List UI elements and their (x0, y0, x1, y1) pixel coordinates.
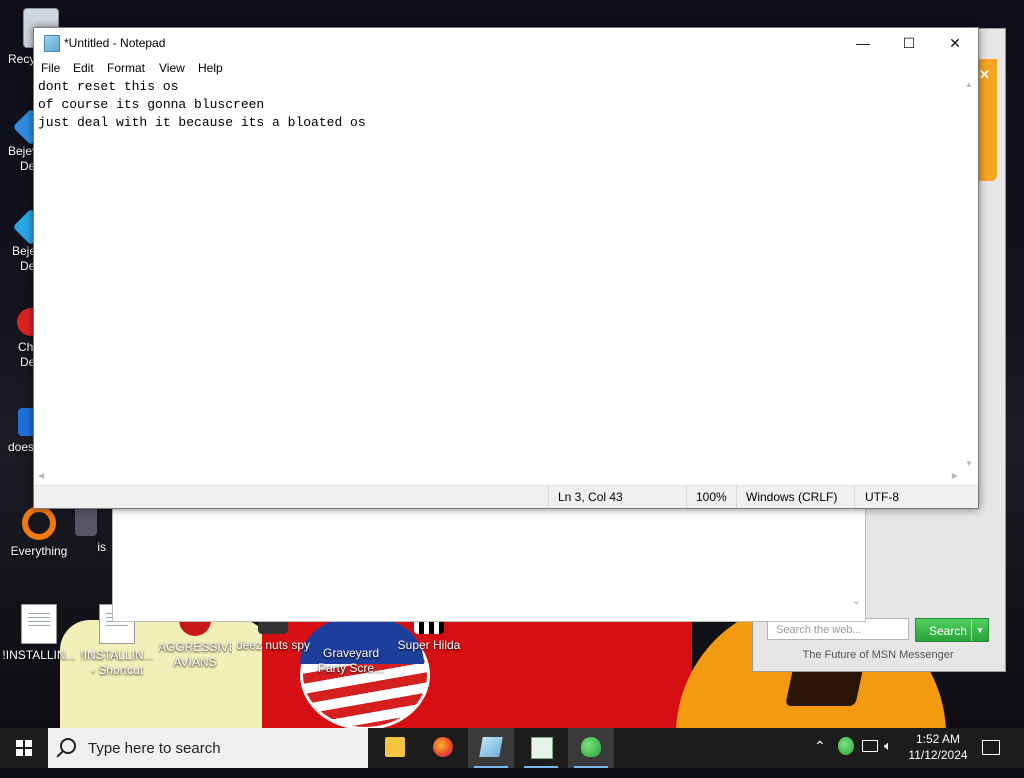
msn-messenger-icon[interactable] (568, 728, 614, 768)
clock-time: 1:52 AM (915, 732, 961, 746)
menu-view[interactable]: View (159, 61, 185, 75)
horizontal-scrollbar[interactable]: ◀ ▶ (34, 470, 962, 485)
close-button[interactable]: ✕ (932, 28, 978, 58)
app-window-icon[interactable] (518, 728, 564, 768)
status-divider (686, 486, 687, 508)
volume-icon[interactable]: 🔈︎ (884, 738, 892, 778)
menu-help[interactable]: Help (198, 61, 223, 75)
chevron-down-icon[interactable]: ⌄ (852, 594, 861, 607)
msn-search-button[interactable]: Search ▼ (915, 618, 989, 642)
clock[interactable]: 1:52 AM 11/12/2024 (900, 731, 976, 763)
scroll-down-icon[interactable]: ▼ (965, 459, 973, 468)
clock-date: 11/12/2024 (908, 748, 968, 762)
minimize-button[interactable]: — (840, 28, 886, 58)
status-divider (854, 486, 855, 508)
taskbar-search-box[interactable]: Type here to search (48, 728, 368, 768)
desktop-icon-is[interactable]: is (66, 506, 106, 555)
scroll-right-icon[interactable]: ▶ (952, 471, 958, 480)
desktop-icon-label: AGGRESSIVE (158, 640, 232, 654)
encoding: UTF-8 (865, 490, 899, 504)
desktop-icon-label: Party Scre... (317, 661, 385, 675)
taskbar: Type here to search ⌃ 🔈︎ 1:52 AM 11/12/2… (0, 728, 1024, 768)
status-bar: Ln 3, Col 43 100% Windows (CRLF) UTF-8 (34, 485, 978, 508)
zoom-level: 100% (696, 490, 727, 504)
search-icon (60, 738, 76, 754)
close-icon[interactable]: ✕ (979, 67, 990, 83)
desktop-icon-label: Everything (10, 544, 68, 558)
scroll-up-icon[interactable]: ▲ (965, 80, 973, 89)
msn-footer-text: The Future of MSN Messenger (802, 649, 954, 661)
desktop-icon-installing[interactable]: !INSTALLIN... (2, 604, 76, 663)
menu-edit[interactable]: Edit (73, 61, 94, 75)
text-editor[interactable]: dont reset this os of course its gonna b… (34, 78, 962, 470)
text-line: just deal with it because its a bloated … (38, 115, 366, 130)
desktop: Recy Bejev De Beje De Ch De does Everyth… (0, 0, 1024, 728)
desktop-icon-label: Super Hilda (397, 638, 461, 652)
msn-search-button-label: Search (929, 624, 968, 638)
text-line: dont reset this os (38, 79, 179, 94)
network-icon[interactable] (862, 740, 878, 752)
window-title: *Untitled - Notepad (64, 36, 166, 50)
desktop-icon-label: is (97, 540, 106, 554)
chevron-up-icon[interactable]: ⌃ (814, 738, 826, 778)
notepad-icon[interactable] (468, 728, 514, 768)
text-file-icon (21, 604, 57, 644)
file-explorer-icon[interactable] (372, 728, 418, 768)
search-placeholder: Type here to search (88, 740, 221, 757)
line-ending: Windows (CRLF) (746, 490, 838, 504)
desktop-icon-label: Graveyard (322, 646, 380, 660)
everything-search-icon (22, 506, 56, 540)
title-bar[interactable]: *Untitled - Notepad — ☐ ✕ (34, 28, 978, 58)
menu-format[interactable]: Format (107, 61, 145, 75)
scroll-left-icon[interactable]: ◀ (38, 471, 44, 480)
status-divider (548, 486, 549, 508)
shield-icon (75, 506, 97, 536)
status-divider (736, 486, 737, 508)
cursor-position: Ln 3, Col 43 (558, 490, 623, 504)
start-button[interactable] (0, 728, 48, 768)
background-window: ⌄ (112, 506, 866, 622)
desktop-icon-label: !INSTALLIN... (2, 648, 76, 662)
desktop-icon-label: !INSTALLIN... (80, 648, 154, 662)
notepad-window: *Untitled - Notepad — ☐ ✕ File Edit Form… (33, 27, 979, 509)
desktop-icon-label: AVIANS (173, 655, 217, 669)
desktop-icon-label: deez nuts spy (236, 638, 310, 652)
maximize-button[interactable]: ☐ (886, 28, 932, 58)
notification-icon[interactable] (982, 740, 1000, 755)
windows-logo-icon (16, 740, 32, 756)
desktop-icon-label: - Shortcut (90, 663, 144, 677)
desktop-icon-everything[interactable]: Everything (2, 506, 76, 559)
menu-bar: File Edit Format View Help (34, 58, 978, 78)
firefox-icon[interactable] (420, 728, 466, 768)
vertical-scrollbar[interactable]: ▲ ▼ (962, 78, 978, 470)
menu-file[interactable]: File (41, 61, 60, 75)
notepad-icon (44, 35, 60, 52)
msn-tray-icon[interactable] (838, 737, 854, 755)
chevron-down-icon[interactable]: ▼ (971, 619, 988, 641)
text-line: of course its gonna bluscreen (38, 97, 265, 112)
